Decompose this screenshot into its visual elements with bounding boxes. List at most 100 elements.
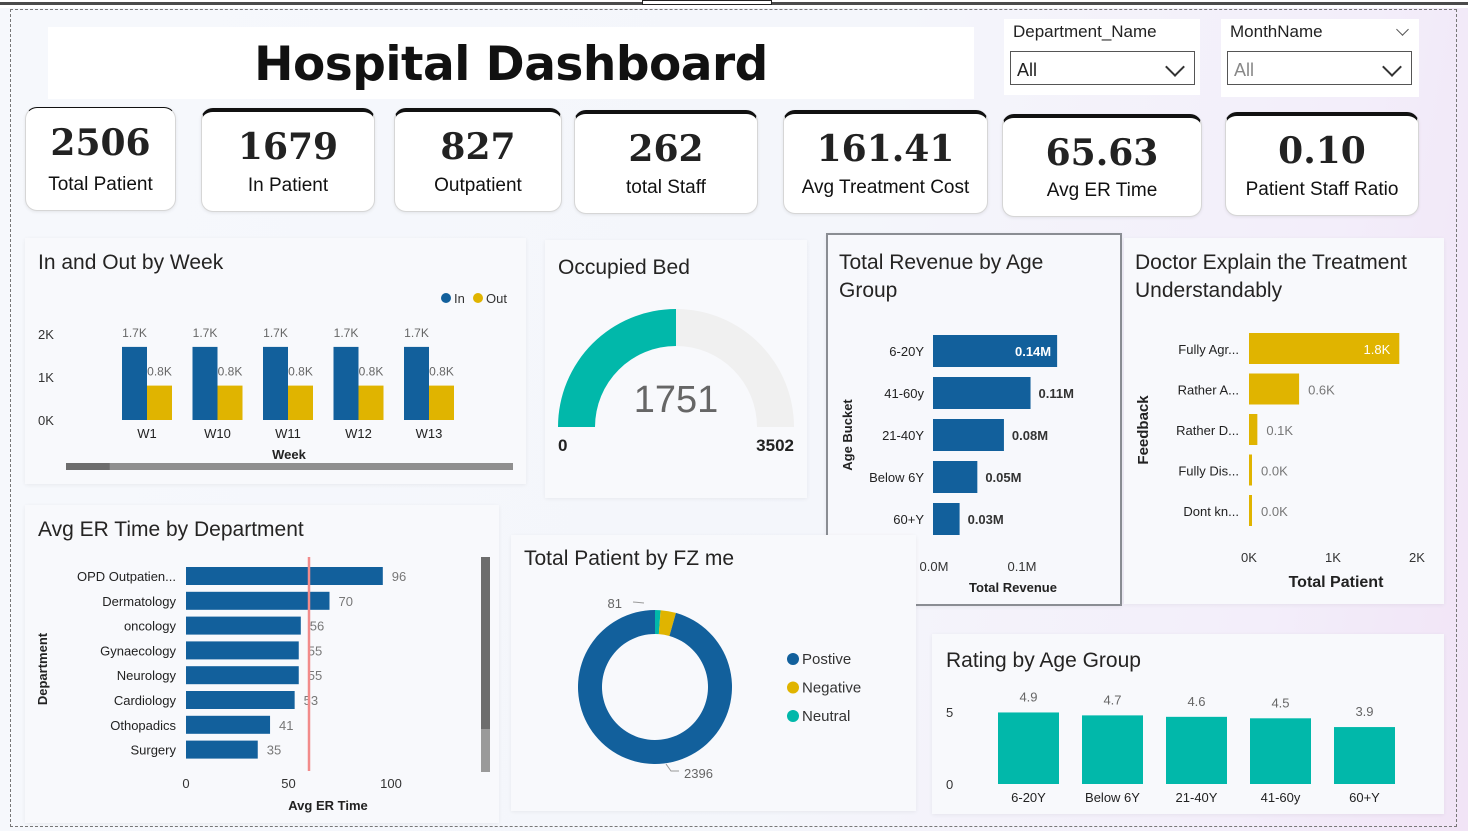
in-out-week-card[interactable]: In and Out by Week 0K 1K 2K 1.7K 0.8K W1 1.7K 0… — [25, 238, 526, 484]
legend-label: Neutral — [802, 708, 850, 725]
kpi-card-avg-er-time[interactable]: 65.63 Avg ER Time — [1002, 114, 1202, 217]
data-label: 0.08M — [1012, 428, 1048, 443]
data-label: 0.1K — [1266, 423, 1293, 438]
x-tick-label: 50 — [281, 776, 295, 791]
er-bar — [186, 740, 258, 759]
kpi-value: 1679 — [237, 126, 339, 168]
x-tick-label: 0.1M — [1008, 559, 1037, 574]
occupied-bed-card[interactable]: Occupied Bed 1751 0 3502 — [545, 240, 807, 498]
y-tick-label: 41-60y — [884, 386, 924, 401]
rating-bar — [1334, 727, 1395, 784]
data-label: 0.0K — [1261, 464, 1288, 479]
x-axis-title: Total Patient — [1289, 574, 1384, 591]
y-axis-title: Age Bucket — [840, 399, 855, 471]
rating-age-card[interactable]: Rating by Age Group 5 0 4.9 6-20Y 4.7 Below 6… — [932, 634, 1444, 814]
x-tick-label: 41-60y — [1261, 790, 1301, 805]
kpi-value: 0.10 — [1278, 130, 1366, 172]
revenue-bar — [933, 461, 978, 493]
kpi-label: Total Patient — [48, 174, 153, 195]
y-tick-label: oncology — [124, 619, 177, 634]
data-label: 4.7 — [1103, 692, 1121, 707]
legend-label: Negative — [802, 680, 861, 697]
rating-age-chart: 5 0 4.9 6-20Y 4.7 Below 6Y 4.6 21-40Y 4.5 41-60y 3… — [946, 689, 1395, 805]
kpi-card-avg-treatment-cost[interactable]: 161.41 Avg Treatment Cost — [783, 110, 988, 214]
kpi-card-in-patient[interactable]: 1679 In Patient — [201, 108, 375, 212]
y-tick-label: 60+Y — [893, 512, 924, 527]
feedback-bar — [1249, 414, 1258, 445]
x-axis-title: Week — [272, 447, 306, 462]
bar-in — [192, 346, 218, 420]
feedback-bar — [1249, 495, 1252, 526]
y-tick-label: Dermatology — [102, 594, 176, 609]
chevron-down-icon[interactable] — [1165, 57, 1185, 77]
kpi-value: 262 — [628, 128, 704, 170]
chevron-down-icon[interactable] — [1382, 57, 1402, 77]
data-label: 56 — [310, 619, 324, 634]
scrollbar-thumb — [481, 557, 490, 729]
y-tick-label: 0K — [38, 413, 54, 428]
feedback-bar — [1249, 454, 1252, 486]
y-tick-label: Cardiology — [114, 693, 177, 708]
data-label: 0.05M — [985, 470, 1021, 485]
y-tick-label: Neurology — [117, 668, 177, 683]
doctor-explain-chart: Fully Agr... 1.8K Rather A... 0.6K Rather D.… — [1135, 333, 1425, 591]
data-label-in: 1.7K — [122, 326, 147, 340]
y-tick-label: 21-40Y — [882, 428, 924, 443]
data-label-in: 1.7K — [334, 326, 359, 340]
y-tick-label: Below 6Y — [869, 470, 924, 485]
data-label: 0.03M — [968, 512, 1004, 527]
y-tick-label: Fully Agr... — [1178, 342, 1239, 357]
legend-out-label: Out — [486, 291, 507, 306]
slicer-month[interactable]: MonthName All — [1221, 19, 1419, 97]
x-tick-label: 2K — [1409, 550, 1425, 565]
month-dropdown-value: All — [1234, 60, 1255, 80]
chevron-down-icon[interactable] — [1396, 23, 1409, 36]
bar-in — [404, 346, 429, 420]
y-tick-label: 6-20Y — [889, 344, 924, 359]
gauge-max-label: 3502 — [756, 436, 794, 455]
data-label: 41 — [279, 718, 293, 733]
data-label-in: 1.7K — [193, 326, 218, 340]
bar-out — [358, 385, 384, 420]
department-dropdown-value: All — [1017, 60, 1038, 80]
kpi-label: total Staff — [626, 177, 706, 198]
data-label-out: 0.8K — [218, 365, 243, 379]
kpi-card-total-patient[interactable]: 2506 Total Patient — [25, 107, 176, 211]
er-bar — [186, 715, 271, 734]
y-tick-label: Rather D... — [1176, 423, 1239, 438]
patient-fz-card[interactable]: Total Patient by FZ me 81 2396 Postive Nega… — [511, 535, 916, 811]
legend-in-marker — [441, 293, 451, 303]
month-dropdown[interactable]: All — [1227, 51, 1412, 85]
doctor-explain-card[interactable]: Doctor Explain the Treatment Understanda… — [1124, 238, 1444, 604]
x-tick-label: 1K — [1325, 550, 1341, 565]
department-dropdown[interactable]: All — [1010, 51, 1195, 85]
legend-label: Postive — [802, 651, 851, 668]
kpi-card-total-staff[interactable]: 262 total Staff — [574, 110, 758, 214]
bar-out — [429, 385, 454, 420]
bar-in — [122, 346, 147, 420]
rating-bar — [1082, 715, 1143, 784]
data-label: 70 — [339, 594, 353, 609]
data-label-out: 0.8K — [288, 365, 313, 379]
y-tick-label: 2K — [38, 327, 54, 342]
x-tick-label: 21-40Y — [1176, 790, 1218, 805]
page-title: Hospital Dashboard — [254, 37, 768, 92]
slicer-department[interactable]: Department_Name All — [1004, 19, 1200, 95]
er-time-dept-card[interactable]: Avg ER Time by Department OPD Outpatien.… — [25, 505, 499, 823]
data-label-in: 1.7K — [404, 326, 429, 340]
revenue-bar — [933, 419, 1004, 451]
bar-out — [217, 385, 243, 420]
bar-out — [288, 385, 313, 420]
kpi-card-outpatient[interactable]: 827 Outpatient — [394, 108, 562, 212]
slicer-month-label: MonthName — [1230, 22, 1323, 41]
x-tick-label: W13 — [416, 426, 443, 441]
data-label: 4.6 — [1187, 694, 1205, 709]
legend-out-marker — [473, 293, 483, 303]
kpi-value: 65.63 — [1045, 132, 1159, 174]
bar-in — [263, 346, 288, 420]
y-tick-label: Rather A... — [1178, 383, 1239, 398]
feedback-bar — [1249, 373, 1300, 405]
er-bar — [186, 641, 299, 660]
kpi-card-patient-staff-ratio[interactable]: 0.10 Patient Staff Ratio — [1225, 112, 1419, 216]
rating-bar — [998, 712, 1059, 784]
